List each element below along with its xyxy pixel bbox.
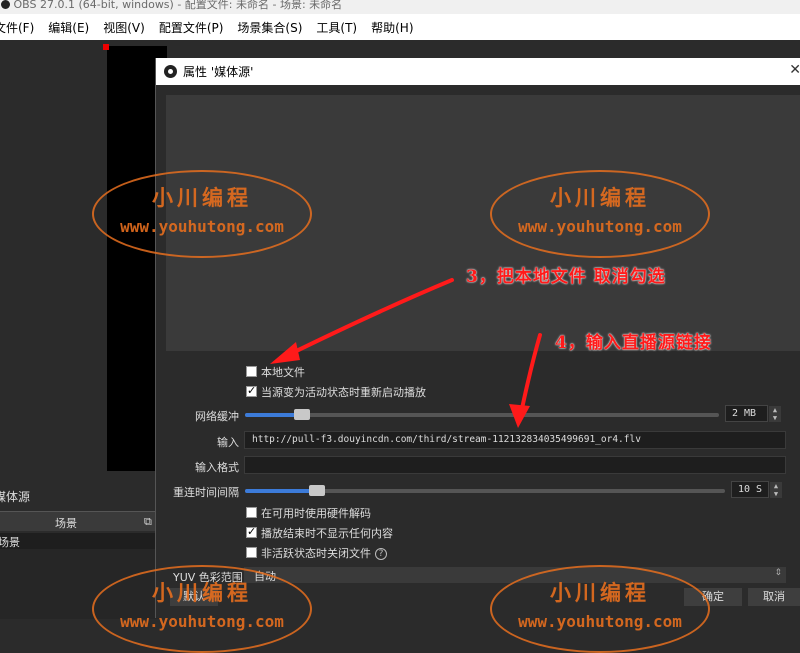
annotation-step-4: 4，输入直播源链接 [555,333,712,353]
arrow-to-input-field [509,333,542,428]
annotation-step-3: 3，把本地文件 取消勾选 [466,267,666,287]
arrow-to-local-file [270,278,454,364]
annotation-arrows [270,278,542,428]
